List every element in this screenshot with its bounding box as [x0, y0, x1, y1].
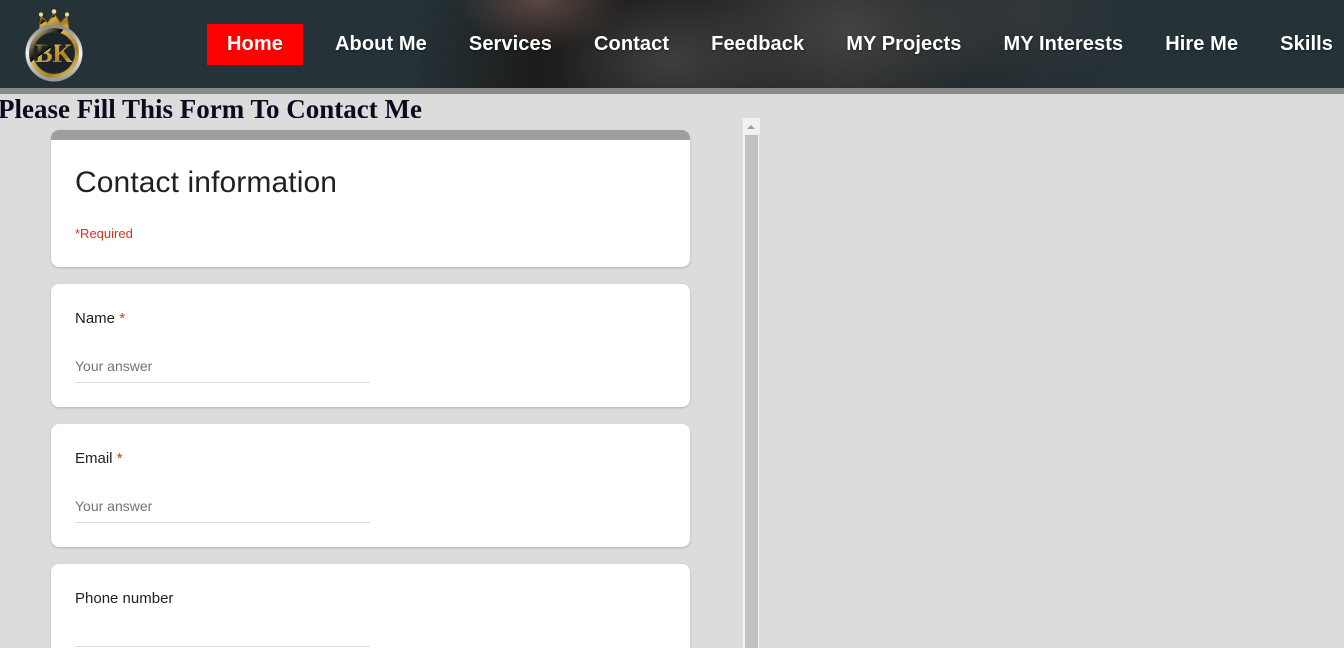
question-label-name: Name * [75, 308, 666, 329]
nav-item-skills[interactable]: Skills [1280, 27, 1333, 62]
answer-input-phone-number[interactable] [75, 638, 370, 647]
required-note: *Required [75, 225, 133, 241]
site-navbar: BK Home About Me Services Contact Feedba… [0, 0, 1344, 88]
nav-item-hire-me[interactable]: Hire Me [1165, 27, 1238, 62]
question-card-name: Name * Your answer [51, 283, 690, 407]
nav-item-feedback[interactable]: Feedback [711, 27, 804, 62]
nav-item-about-me[interactable]: About Me [335, 27, 427, 62]
answer-input-email[interactable]: Your answer [75, 498, 370, 523]
site-logo[interactable]: BK [18, 4, 90, 86]
nav-item-services[interactable]: Services [469, 27, 552, 62]
question-label-text: Name [75, 309, 116, 327]
required-asterisk: * [119, 309, 126, 327]
nav-item-contact[interactable]: Contact [594, 27, 669, 62]
nav-item-my-projects[interactable]: MY Projects [846, 27, 961, 62]
answer-input-name[interactable]: Your answer [75, 358, 370, 383]
nav-item-my-interests[interactable]: MY Interests [1003, 27, 1123, 62]
question-card-email: Email * Your answer [51, 423, 690, 547]
form-accent-bar [51, 130, 690, 140]
question-label-email: Email * [75, 448, 666, 469]
scrollbar-thumb[interactable] [745, 135, 758, 648]
nav-item-home[interactable]: Home [207, 23, 303, 65]
form-scroll-area: Contact information *Required Name * You… [0, 118, 742, 648]
embedded-form-region: Contact information *Required Name * You… [0, 118, 760, 648]
question-label-text: Email [75, 449, 113, 467]
question-card-phone-number: Phone number [51, 563, 690, 648]
page-background-right [760, 94, 1344, 648]
bk-monogram-logo-icon: BK [25, 9, 83, 82]
logo-monogram-text: BK [35, 39, 73, 68]
form-title: Contact information [75, 166, 338, 199]
nav-links: Home About Me Services Contact Feedback … [207, 23, 1333, 65]
question-label-phone-number: Phone number [75, 588, 666, 609]
scrollbar-up-arrow-icon[interactable] [743, 118, 760, 135]
question-label-text: Phone number [75, 589, 174, 607]
required-asterisk: * [116, 449, 123, 467]
form-vertical-scrollbar[interactable] [742, 118, 760, 648]
navbar-inner: BK Home About Me Services Contact Feedba… [0, 0, 1344, 88]
form-header-card: Contact information *Required [51, 130, 690, 267]
